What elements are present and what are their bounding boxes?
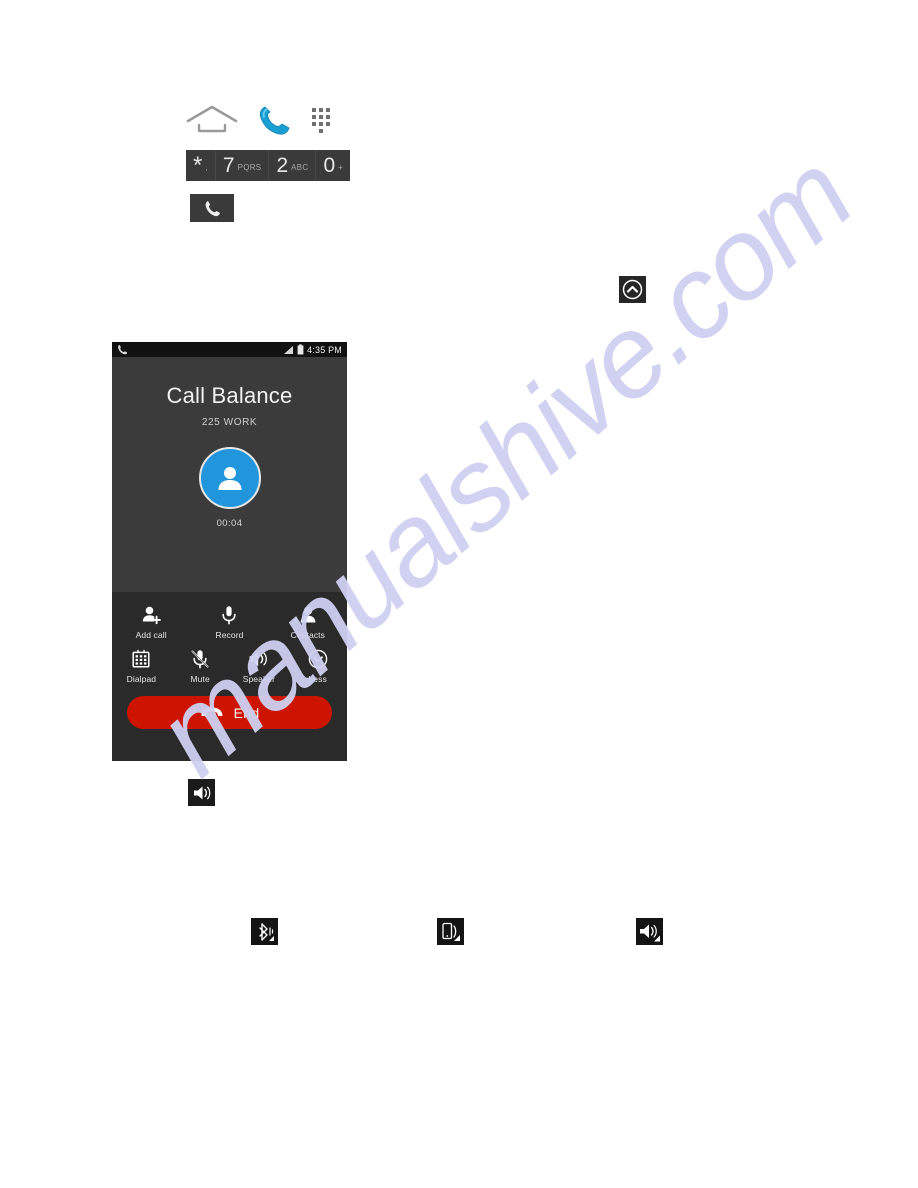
control-label: Mute [190,674,210,684]
status-bar: 4:35 PM [112,342,347,357]
phone-call-screenshot: 4:35 PM Call Balance 225 WORK 00:04 Add … [112,342,347,761]
microphone-record-icon [219,604,239,626]
microphone-muted-icon [190,648,210,670]
top-icon-strip [186,100,332,140]
add-call-icon [141,604,162,626]
control-label: Add call [135,630,167,640]
call-controls-row-2: Dialpad Mute Speaker Less [112,643,347,687]
add-call-button[interactable]: Add call [112,599,190,643]
signal-bars-icon [283,345,294,355]
call-controls-row-1: Add call Record Contacts [112,599,347,643]
control-label: Contacts [290,630,325,640]
avatar [198,447,261,509]
status-clock: 4:35 PM [307,344,342,355]
dial-key-0[interactable]: 0 + [316,150,351,181]
control-label: Less [308,674,327,684]
phone-handset-icon[interactable] [258,105,290,135]
contact-number: 225 WORK [201,417,258,428]
dial-key-sub: , [205,162,208,172]
dial-key-row: * , 7 PQRS 2 ABC 0 + [186,150,351,181]
expand-up-chip[interactable] [619,276,646,303]
speaker-audio-icon [638,921,662,943]
dial-key-sub: + [338,162,344,172]
chevron-down-circle-icon [308,648,328,670]
control-label: Record [215,630,244,640]
call-controls-panel: Add call Record Contacts Dialpad Mute Sp… [112,592,347,761]
home-icon[interactable] [186,104,238,136]
speaker-on-icon [192,784,212,802]
phone-handset-icon [204,200,221,217]
end-button-wrapper: End [112,687,347,729]
contact-name: Call Balance [166,383,293,408]
speaker-audio-chip[interactable] [636,918,663,945]
end-button-label: End [233,704,260,721]
battery-icon [297,344,304,355]
hangup-handset-icon [200,706,224,720]
handset-audio-icon [440,921,462,943]
dial-key-2[interactable]: 2 ABC [269,150,317,181]
mute-button[interactable]: Mute [171,643,230,687]
chevron-up-circle-icon [622,279,643,300]
speaker-icon-chip[interactable] [188,779,215,806]
control-label: Dialpad [126,674,157,684]
dialpad-keys-icon [131,648,151,670]
end-call-button[interactable]: End [127,696,332,729]
record-button[interactable]: Record [190,599,268,643]
contacts-button[interactable]: Contacts [269,599,347,643]
dial-key-star[interactable]: * , [186,150,216,181]
less-button[interactable]: Less [288,643,347,687]
dial-key-sub: PQRS [237,162,262,172]
bluetooth-audio-chip[interactable] [251,918,278,945]
speaker-on-icon [248,648,270,670]
dial-key-digit: 2 [276,154,289,177]
dial-key-digit: 7 [222,154,235,177]
dialpad-button[interactable]: Dialpad [112,643,171,687]
speaker-button[interactable]: Speaker [230,643,289,687]
call-button-chip[interactable] [190,194,234,222]
control-label: Speaker [242,674,276,684]
dial-key-7[interactable]: 7 PQRS [215,150,270,181]
call-info-area: Call Balance 225 WORK 00:04 [112,357,347,592]
person-avatar-icon [213,461,247,495]
phone-handset-icon [117,344,128,355]
handset-audio-chip[interactable] [437,918,464,945]
call-timer: 00:04 [216,518,243,529]
dial-key-digit: * [193,151,203,179]
dial-key-sub: ABC [291,162,309,172]
dial-key-digit: 0 [323,154,336,177]
bluetooth-audio-icon [254,921,276,943]
contacts-person-icon [298,604,318,626]
dialpad-grid-icon[interactable] [310,106,332,134]
